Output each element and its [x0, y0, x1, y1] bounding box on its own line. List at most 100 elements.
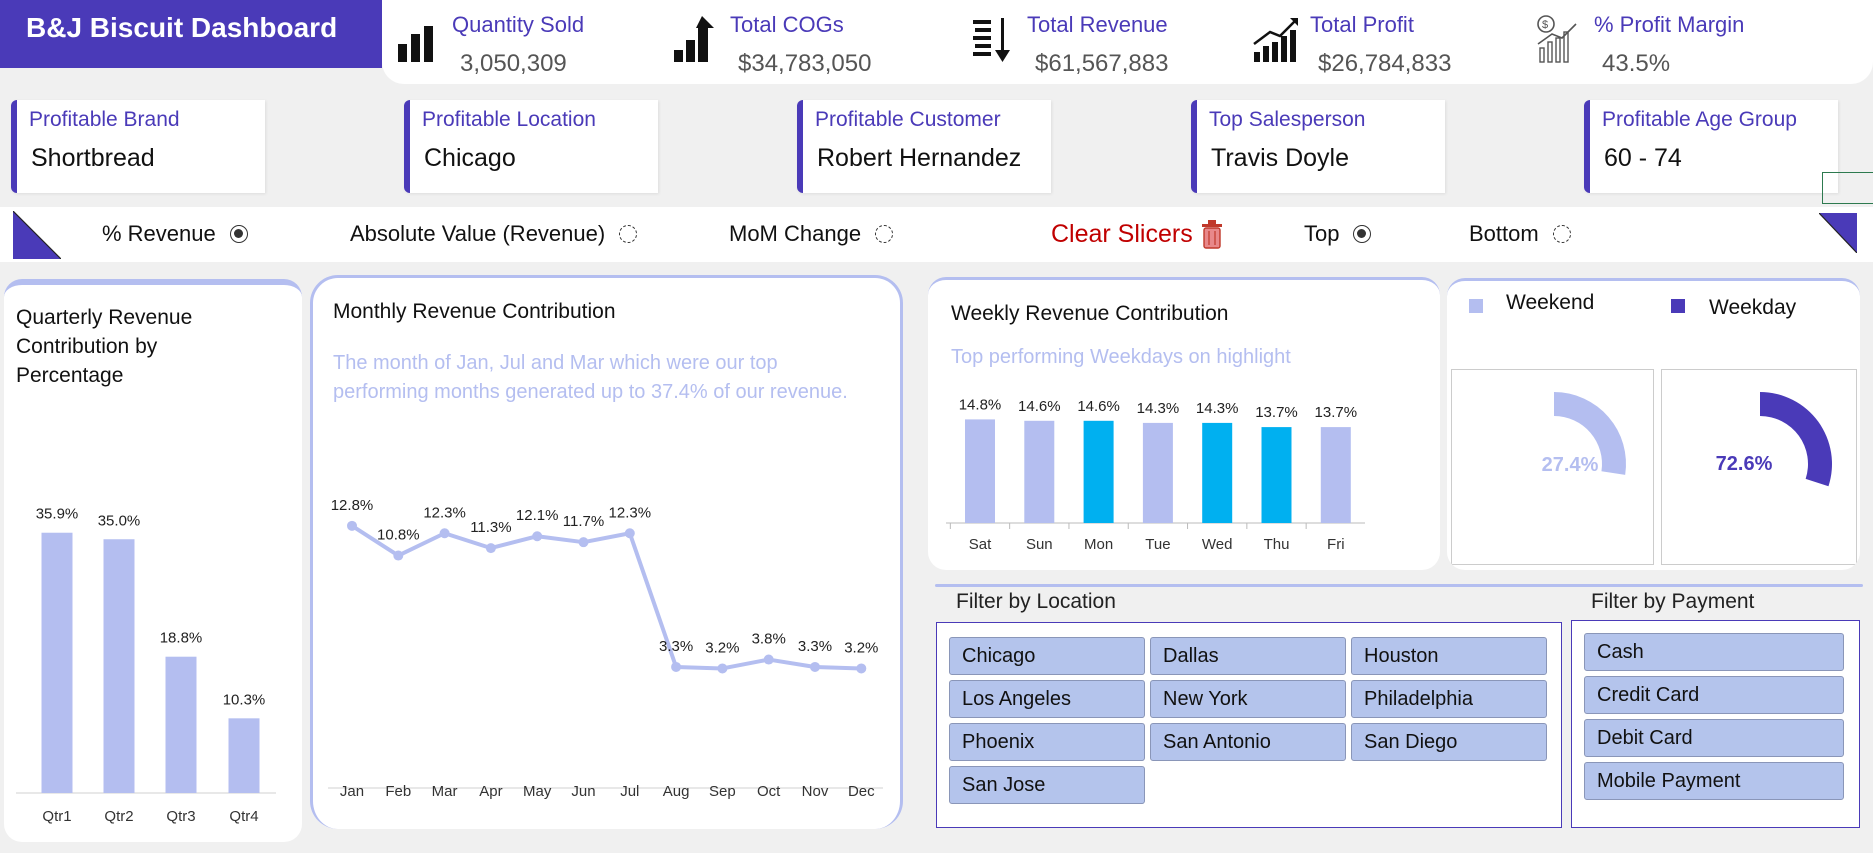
data-label: 12.3%	[423, 504, 466, 521]
weekly-subtitle: Top performing Weekdays on highlight	[951, 346, 1291, 368]
data-label: 12.1%	[516, 507, 559, 524]
data-label: 14.3%	[1137, 400, 1180, 417]
card-profitable-brand: Profitable Brand Shortbread	[11, 100, 265, 193]
card-label: Profitable Customer	[815, 108, 1001, 131]
tick-label: Sep	[709, 783, 736, 800]
radio-selected[interactable]	[1353, 225, 1372, 243]
monthly-chart: 12.8% Jan 10.8% Feb 12.3% Mar 11.3% Apr 12.1% May…	[328, 497, 883, 800]
point-aug	[671, 661, 682, 672]
tick-label: Feb	[385, 783, 411, 800]
kpi-label: Quantity Sold	[452, 12, 585, 37]
tick-label: Wed	[1202, 536, 1233, 553]
filter-location-san-diego[interactable]: San Diego	[1351, 723, 1547, 761]
tick-label: Dec	[848, 783, 875, 800]
tick-label: Aug	[663, 783, 690, 800]
kpi-total-profit: Total Profit $26,784,833	[1250, 8, 1470, 80]
tick-label: Sun	[1026, 536, 1053, 553]
point-jan	[347, 520, 357, 531]
data-label: 12.3%	[609, 504, 652, 521]
bar-qtr2	[103, 539, 135, 793]
point-jul	[624, 528, 635, 539]
filter-location-dallas[interactable]: Dallas	[1150, 637, 1346, 675]
tick-label: Sat	[969, 536, 992, 553]
data-label: 3.2%	[705, 639, 739, 656]
location-slicer: Chicago Dallas Houston Los Angeles New Y…	[936, 622, 1562, 828]
point-may	[532, 531, 543, 542]
filter-payment-credit-card[interactable]: Credit Card	[1584, 676, 1844, 714]
filter-location-los-angeles[interactable]: Los Angeles	[949, 680, 1145, 718]
card-profitable-age-group: Profitable Age Group 60 - 74	[1584, 100, 1838, 193]
filter-location-title: Filter by Location	[956, 590, 1116, 613]
radio-unselected[interactable]	[875, 225, 894, 243]
point-nov	[810, 661, 820, 672]
filter-location-philadelphia[interactable]: Philadelphia	[1351, 680, 1547, 718]
card-label: Top Salesperson	[1209, 108, 1366, 131]
kpi-strip: Quantity Sold 3,050,309 Total COGs $34,7…	[382, 0, 1873, 84]
tick-label: Mar	[432, 783, 458, 800]
svg-text:$: $	[1542, 19, 1548, 31]
radio-selected[interactable]	[229, 225, 248, 243]
weekend-percent-label: 27.4%	[1542, 454, 1599, 476]
tick-label: Mon	[1084, 536, 1113, 553]
tick-label: Fri	[1327, 536, 1345, 553]
data-label: 3.2%	[844, 639, 878, 656]
profit-chart-icon: $	[1537, 15, 1577, 63]
tick-label: Jul	[620, 783, 639, 800]
point-sep	[717, 663, 728, 674]
option-label: Top	[1304, 221, 1340, 246]
data-label: 35.0%	[98, 512, 141, 529]
sheet-frame-edge	[1822, 172, 1873, 204]
option-absolute-value[interactable]: Absolute Value (Revenue)	[350, 221, 638, 247]
monthly-panel: Monthly Revenue Contribution The month o…	[310, 275, 903, 829]
tick-label: May	[523, 783, 552, 800]
option-mom-change[interactable]: MoM Change	[729, 221, 894, 247]
tick-label: Jan	[340, 783, 364, 800]
weekly-chart: 14.8% Sat 14.6% Sun 14.6% Mon 14.3% Tue 14.3% Wed…	[946, 396, 1365, 553]
kpi-value: $26,784,833	[1318, 50, 1452, 77]
filter-location-houston[interactable]: Houston	[1351, 637, 1547, 675]
data-label: 14.8%	[959, 396, 1002, 413]
filter-payment-debit-card[interactable]: Debit Card	[1584, 719, 1844, 757]
option-revenue-percent[interactable]: % Revenue	[102, 221, 248, 247]
bar-mon	[1083, 420, 1114, 523]
filter-location-san-jose[interactable]: San Jose	[949, 766, 1145, 804]
filter-payment-mobile-payment[interactable]: Mobile Payment	[1584, 762, 1844, 800]
slicer-row: % Revenue Absolute Value (Revenue) MoM C…	[0, 207, 1873, 262]
card-label: Profitable Location	[422, 108, 596, 131]
bar-qtr4	[228, 718, 260, 793]
card-profitable-customer: Profitable Customer Robert Hernandez	[797, 100, 1051, 193]
point-mar	[439, 528, 450, 539]
weekend-weekday-panel: Weekend Weekday 27.4% 72.6%	[1447, 278, 1860, 570]
clear-slicers-button[interactable]: Clear Slicers	[1051, 219, 1225, 249]
card-value: Robert Hernandez	[817, 144, 1022, 172]
data-label: 3.3%	[798, 638, 832, 655]
option-top[interactable]: Top	[1304, 221, 1372, 247]
tick-label: Apr	[479, 783, 502, 800]
kpi-quantity-sold: Quantity Sold 3,050,309	[392, 8, 612, 80]
bar-sun	[1024, 420, 1055, 523]
data-label: 35.9%	[36, 506, 79, 523]
tick-label: Qtr1	[42, 808, 71, 825]
radio-unselected[interactable]	[1552, 225, 1571, 243]
kpi-value: 3,050,309	[460, 50, 567, 77]
clear-slicers-label: Clear Slicers	[1051, 219, 1193, 248]
card-value: 60 - 74	[1604, 144, 1682, 172]
filter-payment-cash[interactable]: Cash	[1584, 633, 1844, 671]
tick-label: Tue	[1145, 536, 1170, 553]
weekday-percent-label: 72.6%	[1716, 453, 1773, 475]
corner-triangle-right	[1819, 213, 1857, 253]
bar-qtr3	[165, 656, 197, 793]
filter-location-new-york[interactable]: New York	[1150, 680, 1346, 718]
coins-down-icon	[973, 18, 1010, 62]
filter-location-san-antonio[interactable]: San Antonio	[1150, 723, 1346, 761]
tick-label: Qtr4	[229, 808, 258, 825]
data-label: 13.7%	[1315, 404, 1358, 421]
data-label: 14.3%	[1196, 400, 1239, 417]
legend-swatch-weekend	[1469, 299, 1483, 313]
point-jun	[578, 537, 589, 548]
filter-location-chicago[interactable]: Chicago	[949, 637, 1145, 675]
option-bottom[interactable]: Bottom	[1469, 221, 1571, 247]
radio-unselected[interactable]	[619, 225, 638, 243]
option-label: MoM Change	[729, 221, 862, 246]
filter-location-phoenix[interactable]: Phoenix	[949, 723, 1145, 761]
